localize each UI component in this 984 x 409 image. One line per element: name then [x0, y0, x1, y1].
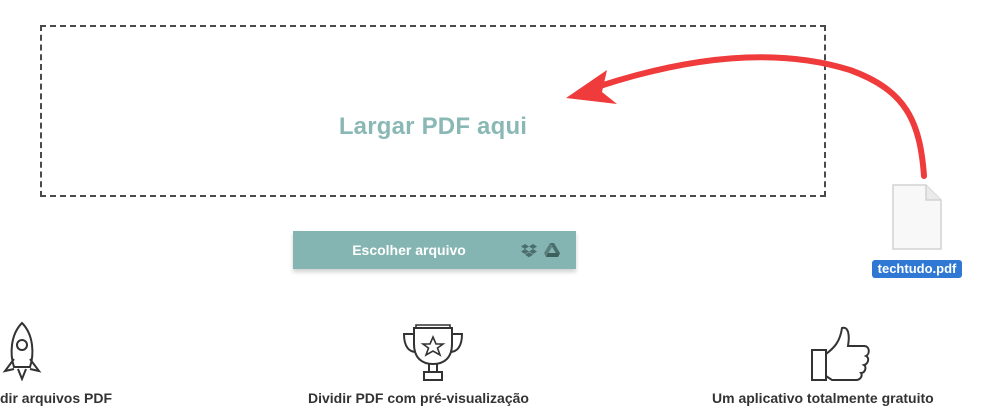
- trophy-icon: [402, 324, 464, 381]
- feature-label-split-preview: Dividir PDF com pré-visualização: [308, 390, 529, 406]
- file-name-badge[interactable]: techtudo.pdf: [872, 260, 962, 278]
- choose-file-label: Escolher arquivo: [352, 242, 466, 258]
- choose-file-button[interactable]: Escolher arquivo: [293, 231, 576, 269]
- pdf-dropzone[interactable]: Largar PDF aqui: [40, 25, 826, 197]
- rocket-icon: [2, 321, 42, 381]
- feature-label-free-app: Um aplicativo totalmente gratuito: [712, 390, 934, 406]
- feature-label-merge: dir arquivos PDF: [0, 390, 113, 406]
- dropzone-label: Largar PDF aqui: [338, 113, 528, 140]
- thumbs-up-icon: [811, 326, 870, 381]
- dropbox-icon[interactable]: [521, 242, 537, 258]
- document-icon[interactable]: [890, 183, 944, 251]
- google-drive-icon[interactable]: [544, 242, 560, 258]
